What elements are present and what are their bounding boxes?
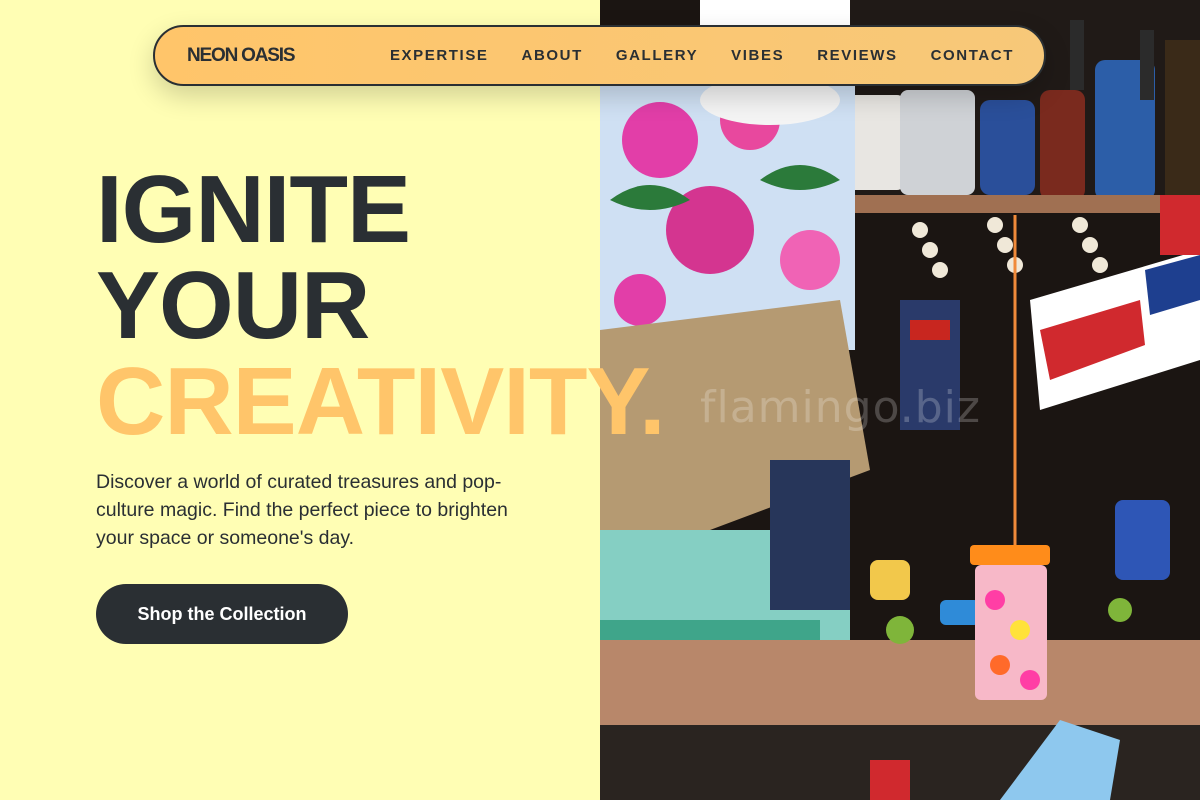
hero-title-line-2: YOUR — [96, 252, 370, 359]
hero-title: IGNITE YOUR CREATIVITY. — [96, 156, 666, 455]
main-navbar: NEON OASIS EXPERTISE ABOUT GALLERY VIBES… — [153, 25, 1046, 86]
brand-logo[interactable]: NEON OASIS — [187, 45, 296, 67]
nav-link-reviews[interactable]: REVIEWS — [817, 47, 897, 64]
shop-collection-button[interactable]: Shop the Collection — [96, 584, 348, 644]
nav-link-gallery[interactable]: GALLERY — [616, 47, 698, 64]
nav-link-vibes[interactable]: VIBES — [731, 47, 784, 64]
nav-link-about[interactable]: ABOUT — [522, 47, 583, 64]
hero-description: Discover a world of curated treasures an… — [96, 471, 508, 549]
nav-links: EXPERTISE ABOUT GALLERY VIBES REVIEWS CO… — [390, 47, 1014, 64]
hero-title-line-3: CREATIVITY. — [96, 348, 666, 455]
nav-link-contact[interactable]: CONTACT — [931, 47, 1014, 64]
hero-image: flamingo.biz — [600, 0, 1200, 800]
hero-title-line-1: IGNITE — [96, 156, 411, 263]
nav-link-expertise[interactable]: EXPERTISE — [390, 47, 489, 64]
image-watermark: flamingo.biz — [700, 382, 981, 433]
